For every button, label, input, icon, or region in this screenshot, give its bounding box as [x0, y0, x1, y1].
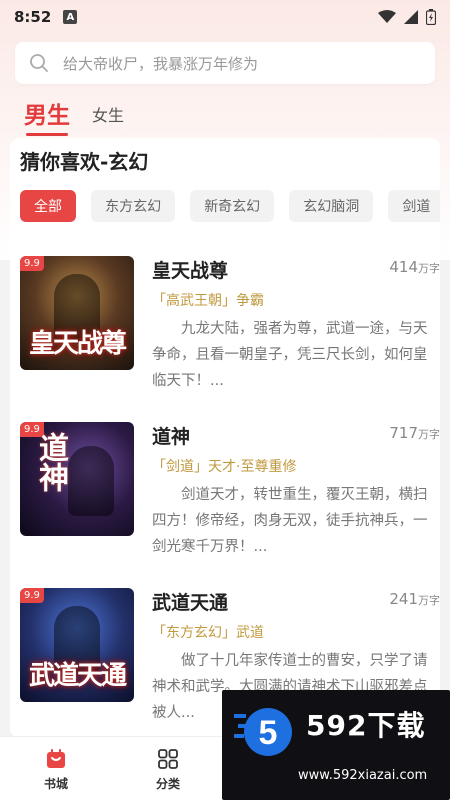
category-grid-icon	[158, 749, 178, 769]
section-title: 猜你喜欢-玄幻	[20, 150, 149, 174]
chip-all[interactable]: 全部	[20, 190, 76, 222]
battery-icon	[426, 9, 436, 25]
status-time: 8:52	[14, 8, 52, 26]
bookstore-icon	[47, 749, 65, 768]
signal-icon	[404, 10, 418, 24]
search-bar[interactable]: 给大帝收尸，我暴涨万年修为	[15, 42, 435, 84]
search-icon	[30, 54, 48, 72]
chip-novel-fantasy[interactable]: 新奇玄幻	[190, 190, 275, 222]
nav-category-label: 分类	[155, 777, 180, 791]
watermark-logo: 5	[234, 708, 292, 756]
cover-title-art: 道神	[33, 432, 68, 492]
chip-sword-dao[interactable]: 剑道	[388, 190, 440, 222]
tab-female[interactable]: 女生	[92, 102, 124, 136]
book-tags: 「高武王朝」争霸	[152, 293, 264, 309]
book-description: 剑道天才，转世重生，覆灭王朝，横扫四方！修帝经，肉身无双，徒手抗神兵，一剑光寒千…	[152, 487, 428, 555]
nav-bookstore-label: 书城	[43, 777, 68, 791]
book-title[interactable]: 道神	[152, 422, 190, 449]
svg-text:5: 5	[259, 714, 278, 752]
cover-title-art: 武道天通	[28, 661, 127, 691]
book-item[interactable]: 9.9 皇天战尊 皇天战尊 414万字 「高武王朝」争霸 九龙大陆，强者为尊，武…	[20, 256, 440, 406]
book-cover[interactable]: 9.9 道神	[20, 422, 134, 536]
chip-fantasy-brainhole[interactable]: 玄幻脑洞	[289, 190, 374, 222]
recommend-card: 猜你喜欢-玄幻 全部 东方玄幻 新奇玄幻 玄幻脑洞 剑道 9.9 皇天战尊 皇天…	[10, 138, 440, 738]
word-count: 241万字	[389, 590, 440, 608]
score-badge: 9.9	[20, 588, 44, 603]
gender-tabs: 男生 女生	[24, 96, 124, 136]
score-badge: 9.9	[20, 256, 44, 271]
book-item[interactable]: 9.9 道神 道神 717万字 「剑道」天才·至尊重修 剑道天才，转世重生，覆灭…	[20, 422, 440, 572]
book-tags: 「剑道」天才·至尊重修	[152, 459, 297, 475]
nav-bookstore[interactable]: 书城	[0, 737, 112, 800]
category-chips: 全部 东方玄幻 新奇玄幻 玄幻脑洞 剑道	[20, 190, 440, 224]
book-tags: 「东方玄幻」武道	[152, 625, 264, 641]
cover-title-art: 皇天战尊	[28, 329, 127, 359]
watermark-url: www.592xiazai.com	[298, 768, 428, 783]
cover-figure	[68, 446, 114, 516]
status-right-icons	[378, 9, 436, 25]
tab-male[interactable]: 男生	[24, 96, 70, 136]
notification-a-icon: A	[63, 10, 78, 24]
book-cover[interactable]: 9.9 皇天战尊	[20, 256, 134, 370]
watermark-overlay: 5 592下载 www.592xiazai.com	[222, 690, 450, 800]
book-cover[interactable]: 9.9 武道天通	[20, 588, 134, 702]
score-badge: 9.9	[20, 422, 44, 437]
book-title[interactable]: 武道天通	[152, 588, 228, 615]
nav-category[interactable]: 分类	[112, 737, 224, 800]
status-bar: 8:52 A	[0, 0, 450, 34]
wifi-icon	[378, 10, 396, 23]
book-description: 九龙大陆，强者为尊，武道一途，与天争命，且看一朝皇子，凭三尺长剑，如何皇临天下！…	[152, 321, 428, 389]
word-count: 717万字	[389, 424, 440, 442]
word-count: 414万字	[389, 258, 440, 276]
book-title[interactable]: 皇天战尊	[152, 256, 228, 283]
watermark-brand: 592下载	[306, 709, 426, 742]
chip-eastern-fantasy[interactable]: 东方玄幻	[91, 190, 176, 222]
search-placeholder: 给大帝收尸，我暴涨万年修为	[63, 54, 259, 73]
